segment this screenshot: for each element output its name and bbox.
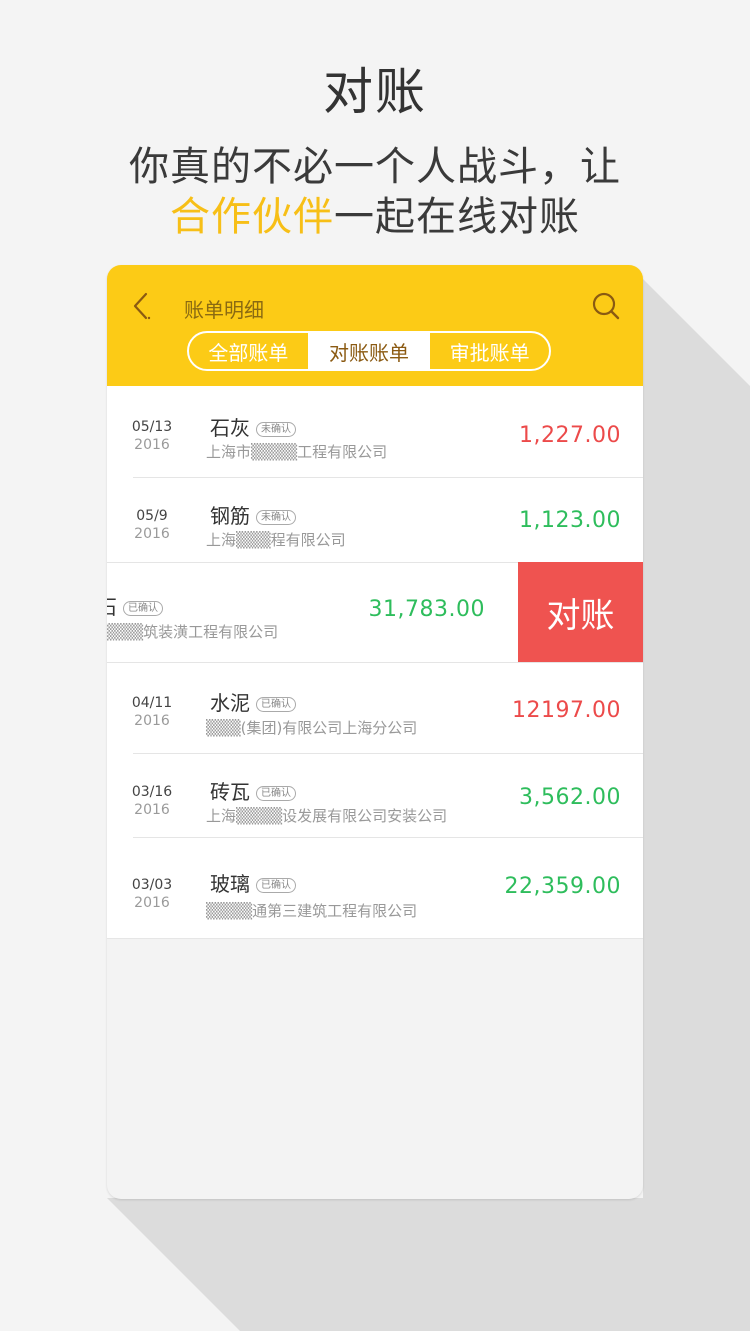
bill-amount: 1,123.00	[519, 508, 621, 533]
bill-company: ▒▒▒▒筑装潢工程有限公司	[107, 623, 279, 641]
bill-material: 钢筋 未确认	[210, 500, 296, 529]
bill-row[interactable]: 04/11 2016 水泥 已确认 ▒▒▒(集团)有限公司上海分公司 12197.0…	[107, 663, 643, 754]
bill-company: ▒▒▒(集团)有限公司上海分公司	[206, 719, 418, 737]
bill-amount: 31,783.00	[368, 597, 485, 622]
bill-material: 玻璃 已确认	[210, 868, 296, 897]
bill-date: 05/9 2016	[134, 508, 170, 542]
bill-date: 03/03 2016	[131, 877, 173, 911]
bill-date: 03/16 2016	[131, 784, 173, 818]
bill-material: 石已确认	[107, 591, 163, 620]
bill-material: 石灰 未确认	[210, 412, 296, 441]
reconcile-action-button[interactable]: 对账	[518, 562, 643, 662]
bill-amount: 12197.00	[512, 698, 621, 723]
page-headline: 对账	[323, 63, 427, 121]
nav-title: 账单明细	[184, 298, 264, 322]
tab-all-bills[interactable]: 全部账单	[189, 333, 308, 369]
tab-reconcile-bills[interactable]: 对账账单	[307, 333, 429, 369]
status-badge: 未确认	[256, 422, 296, 437]
bill-company: 上海▒▒▒程有限公司	[206, 531, 346, 549]
bill-material: 砖瓦 已确认	[210, 776, 296, 805]
bill-date: 05/13 2016	[131, 419, 173, 453]
bill-material: 水泥 已确认	[210, 687, 296, 716]
bill-amount: 3,562.00	[519, 785, 621, 810]
headline-line-2: 合作伙伴一起在线对账	[0, 184, 750, 242]
bill-row[interactable]: 05/13 2016 石灰 未确认 上海市▒▒▒▒工程有限公司 1,227.00	[107, 386, 643, 478]
phone-screen: 账单明细 全部账单 对账账单 审批账单 05/13 2016 石灰 未确认 上海市▒…	[107, 265, 643, 1199]
search-icon[interactable]	[591, 291, 621, 321]
bill-list: 05/13 2016 石灰 未确认 上海市▒▒▒▒工程有限公司 1,227.00 0…	[107, 386, 643, 939]
headline-highlight: 合作伙伴	[170, 194, 334, 240]
tab-approval-bills[interactable]: 审批账单	[428, 333, 549, 369]
status-badge: 已确认	[256, 697, 296, 712]
bill-amount: 22,359.00	[504, 874, 621, 899]
status-badge: 已确认	[256, 878, 296, 893]
back-chevron-icon[interactable]	[129, 289, 155, 323]
bill-company: 上海市▒▒▒▒工程有限公司	[206, 443, 388, 461]
bill-amount: 1,227.00	[519, 423, 621, 448]
top-bar: 账单明细 全部账单 对账账单 审批账单	[107, 265, 643, 386]
bill-row[interactable]: 03/16 2016 砖瓦 已确认 上海▒▒▒▒设发展有限公司安装公司 3,562.…	[107, 754, 643, 838]
bill-type-tabs: 全部账单 对账账单 审批账单	[187, 331, 551, 371]
status-badge: 已确认	[123, 601, 163, 616]
bill-company: ▒▒▒▒通第三建筑工程有限公司	[206, 902, 418, 920]
bill-row[interactable]: 05/9 2016 钢筋 未确认 上海▒▒▒程有限公司 1,123.00	[107, 478, 643, 563]
bill-company: 上海▒▒▒▒设发展有限公司安装公司	[206, 807, 448, 825]
status-badge: 已确认	[256, 786, 296, 801]
headline-line-2-rest: 一起在线对账	[334, 194, 580, 240]
bill-date: 04/11 2016	[131, 695, 173, 729]
status-badge: 未确认	[256, 510, 296, 525]
bill-row[interactable]: 03/03 2016 玻璃 已确认 ▒▒▒▒通第三建筑工程有限公司 22,359.0…	[107, 838, 643, 938]
